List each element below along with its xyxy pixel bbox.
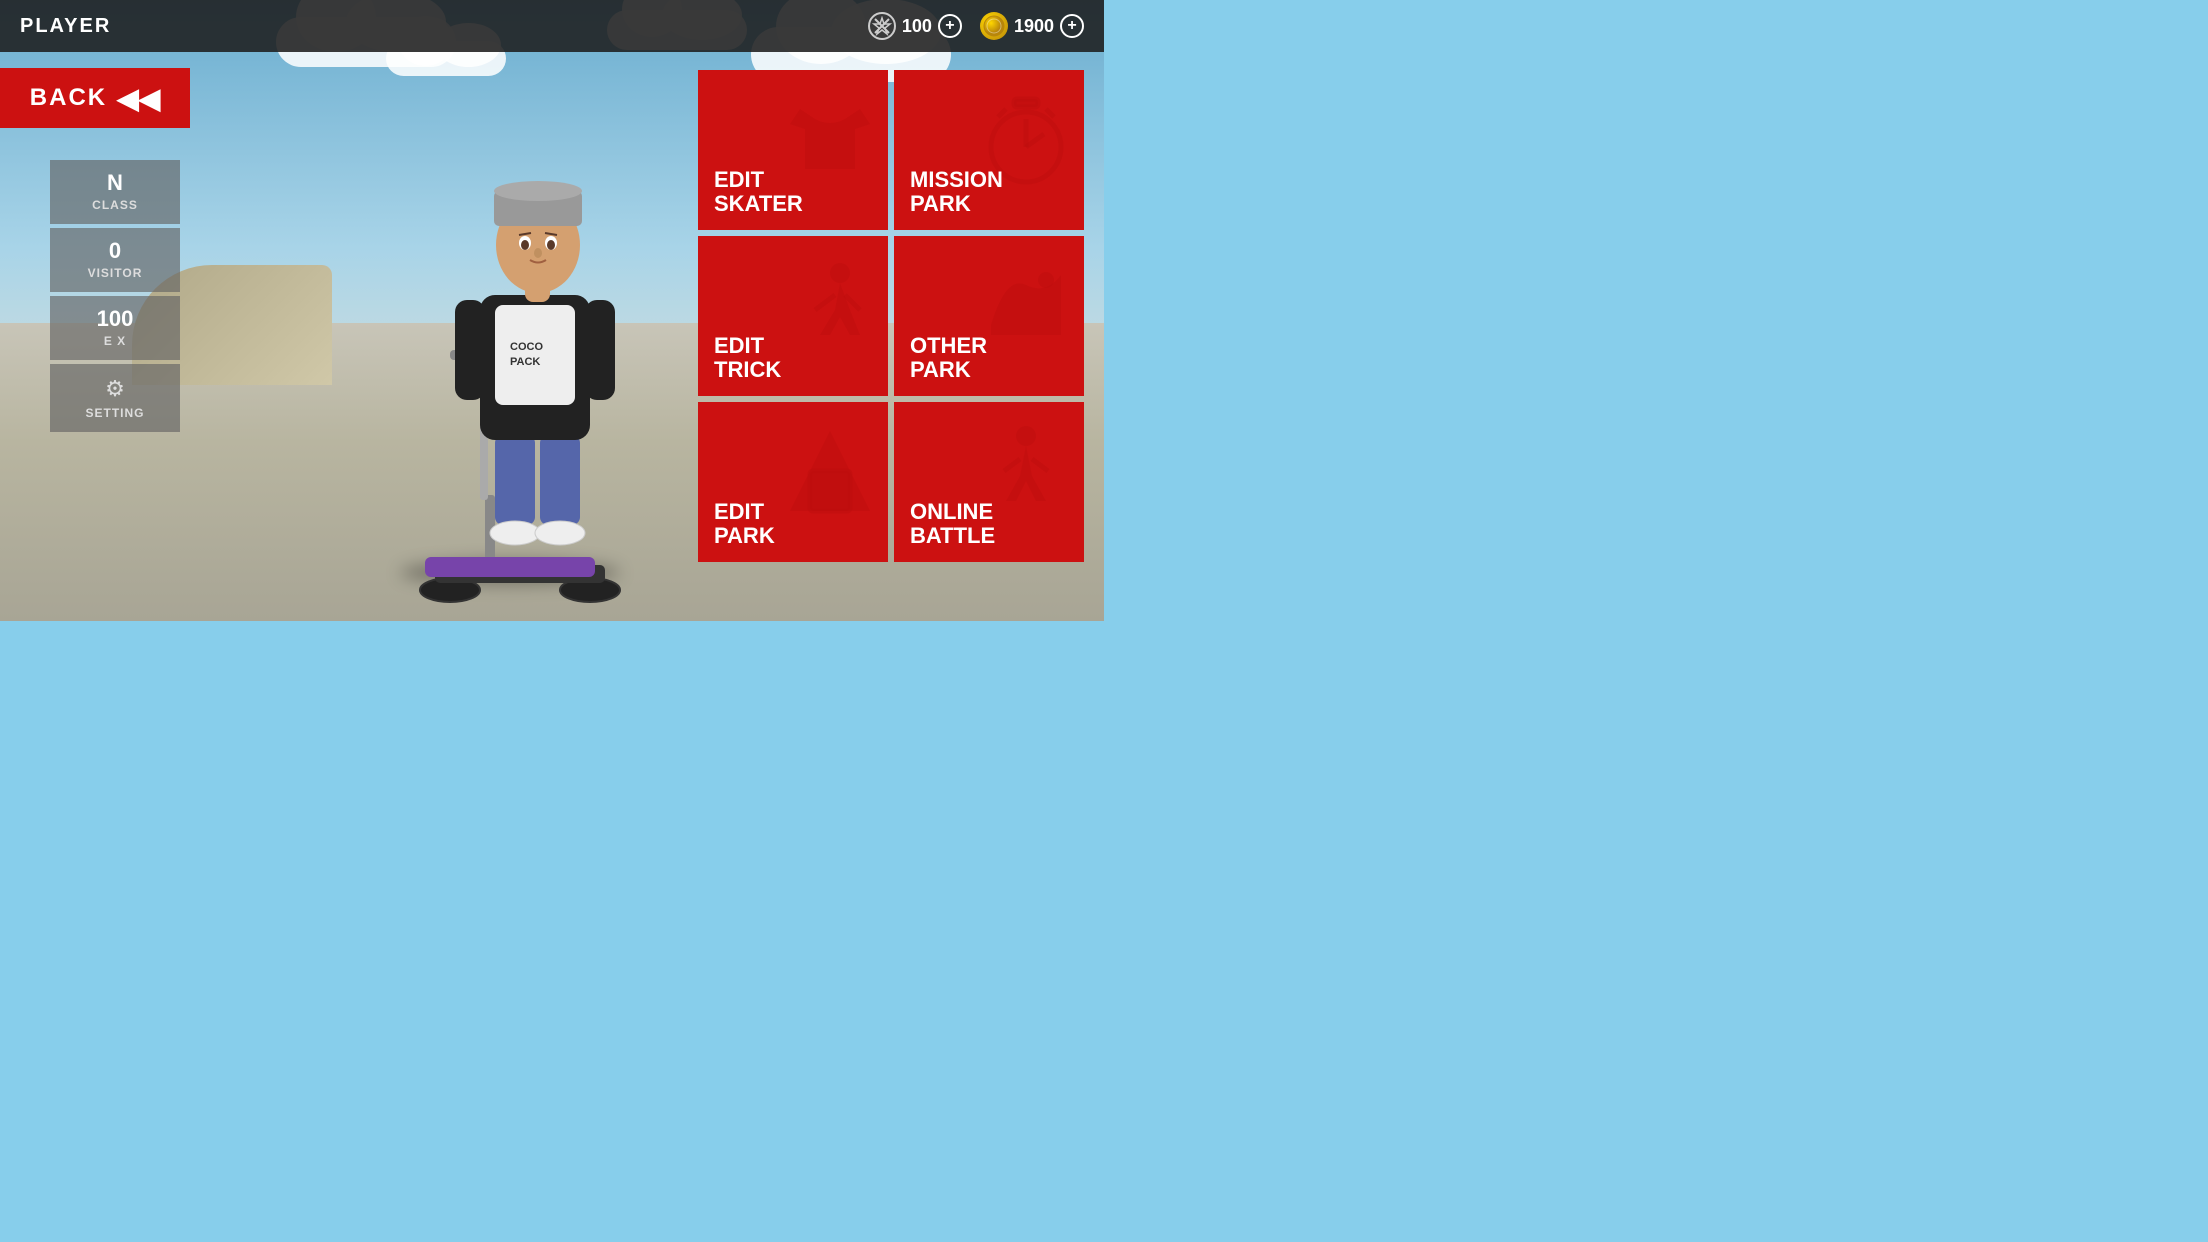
stat-setting[interactable]: ⚙ SETTING (50, 364, 180, 432)
online-battle-card[interactable]: ONLINEBATTLE (894, 402, 1084, 562)
class-value: N (107, 172, 123, 194)
edit-skater-label: EDITSKATER (714, 168, 803, 216)
coin-currency-group: 1900 + (980, 12, 1084, 40)
trick-person-icon (780, 255, 880, 377)
visitor-value: 0 (109, 240, 121, 262)
setting-label: SETTING (85, 406, 144, 420)
other-park-icon (976, 255, 1076, 377)
svg-text:COCO: COCO (510, 341, 543, 353)
visitor-label: VISITOR (88, 266, 143, 280)
back-arrow-icon: ◀◀ (117, 82, 160, 115)
class-label: CLASS (92, 198, 138, 212)
other-park-label: OTHERPARK (910, 334, 987, 382)
stat-ex: 100 E X (50, 296, 180, 360)
online-battle-label: ONLINEBATTLE (910, 500, 995, 548)
mission-park-label: MISSIONPARK (910, 168, 1003, 216)
stats-panel: N CLASS 0 VISITOR 100 E X ⚙ SETTING (50, 160, 180, 432)
x-amount: 100 (902, 16, 932, 37)
x-currency-group: 100 + (868, 12, 962, 40)
header-bar: PLAYER 100 + (0, 0, 1104, 52)
add-coin-button[interactable]: + (1060, 14, 1084, 38)
stat-class: N CLASS (50, 160, 180, 224)
coin-icon (980, 12, 1008, 40)
back-button[interactable]: BACK ◀◀ (0, 68, 190, 128)
back-label: BACK (30, 84, 107, 112)
edit-trick-label: EDITTRICK (714, 334, 781, 382)
header-currencies: 100 + 1900 + (868, 12, 1084, 40)
mission-park-card[interactable]: MISSIONPARK (894, 70, 1084, 230)
menu-grid: EDITSKATER MISSIONPARK EDITTRICK (698, 70, 1084, 562)
coin-amount: 1900 (1014, 16, 1054, 37)
edit-trick-card[interactable]: EDITTRICK (698, 236, 888, 396)
gear-icon: ⚙ (105, 376, 125, 402)
ex-value: 100 (97, 308, 134, 330)
character-model: COCO PACK (350, 95, 670, 615)
other-park-card[interactable]: OTHERPARK (894, 236, 1084, 396)
page-title: PLAYER (20, 15, 111, 38)
edit-park-card[interactable]: EDITPARK (698, 402, 888, 562)
stat-visitor: 0 VISITOR (50, 228, 180, 292)
add-x-button[interactable]: + (938, 14, 962, 38)
edit-park-icon (780, 421, 880, 543)
svg-text:PACK: PACK (510, 356, 540, 368)
x-currency-icon (868, 12, 896, 40)
edit-skater-card[interactable]: EDITSKATER (698, 70, 888, 230)
edit-park-label: EDITPARK (714, 500, 775, 548)
ex-label: E X (104, 334, 126, 348)
